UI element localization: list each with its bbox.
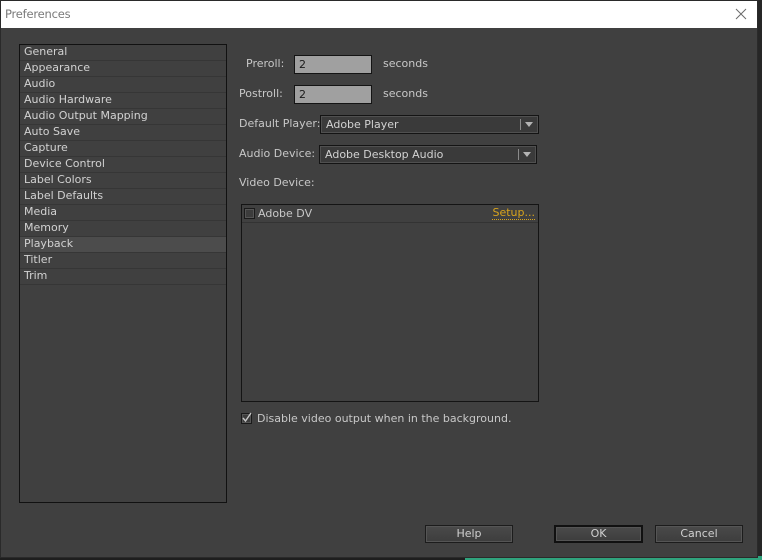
category-appearance[interactable]: Appearance xyxy=(20,61,226,77)
category-media[interactable]: Media xyxy=(20,205,226,221)
ok-button[interactable]: OK xyxy=(554,525,643,543)
category-audio-hardware[interactable]: Audio Hardware xyxy=(20,93,226,109)
postroll-input[interactable] xyxy=(294,85,372,104)
help-button[interactable]: Help xyxy=(425,525,513,543)
checkmark-icon xyxy=(242,412,252,423)
category-list[interactable]: General Appearance Audio Audio Hardware … xyxy=(19,44,227,503)
window-title: Preferences xyxy=(5,7,71,21)
category-capture[interactable]: Capture xyxy=(20,141,226,157)
category-label-colors[interactable]: Label Colors xyxy=(20,173,226,189)
category-trim[interactable]: Trim xyxy=(20,269,226,285)
chevron-down-icon xyxy=(523,152,531,157)
video-device-list[interactable]: Adobe DV Setup... xyxy=(241,204,539,402)
preroll-input[interactable] xyxy=(294,55,372,74)
title-bar: Preferences xyxy=(1,1,757,28)
category-label-defaults[interactable]: Label Defaults xyxy=(20,189,226,205)
postroll-unit: seconds xyxy=(383,87,428,100)
audio-device-label: Audio Device: xyxy=(239,147,316,160)
category-device-control[interactable]: Device Control xyxy=(20,157,226,173)
select-separator xyxy=(518,149,519,160)
category-general[interactable]: General xyxy=(20,45,226,61)
category-titler[interactable]: Titler xyxy=(20,253,226,269)
close-icon xyxy=(735,8,747,20)
chevron-down-icon xyxy=(525,122,533,127)
close-button[interactable] xyxy=(729,3,753,25)
category-auto-save[interactable]: Auto Save xyxy=(20,125,226,141)
video-device-label: Video Device: xyxy=(239,176,315,189)
device-name: Adobe DV xyxy=(258,207,313,220)
default-player-value: Adobe Player xyxy=(326,118,399,131)
preroll-label: Preroll: xyxy=(246,57,285,70)
category-playback[interactable]: Playback xyxy=(20,237,226,253)
category-memory[interactable]: Memory xyxy=(20,221,226,237)
preroll-unit: seconds xyxy=(383,57,428,70)
audio-device-value: Adobe Desktop Audio xyxy=(325,148,444,161)
default-player-select[interactable]: Adobe Player xyxy=(320,115,539,134)
default-player-label: Default Player: xyxy=(239,117,321,130)
setup-link[interactable]: Setup... xyxy=(492,207,535,220)
disable-bg-output-label: Disable video output when in the backgro… xyxy=(257,412,512,425)
preferences-dialog: Preferences General Appearance Audio Aud… xyxy=(0,0,758,558)
category-audio[interactable]: Audio xyxy=(20,77,226,93)
audio-device-select[interactable]: Adobe Desktop Audio xyxy=(319,145,537,164)
select-separator xyxy=(520,119,521,130)
cancel-button[interactable]: Cancel xyxy=(655,525,743,543)
background-app-strip xyxy=(758,0,762,560)
video-device-row[interactable]: Adobe DV Setup... xyxy=(242,205,538,223)
disable-bg-output-checkbox[interactable] xyxy=(241,412,252,424)
postroll-label: Postroll: xyxy=(239,87,283,100)
device-checkbox[interactable] xyxy=(244,208,255,219)
category-audio-output-mapping[interactable]: Audio Output Mapping xyxy=(20,109,226,125)
